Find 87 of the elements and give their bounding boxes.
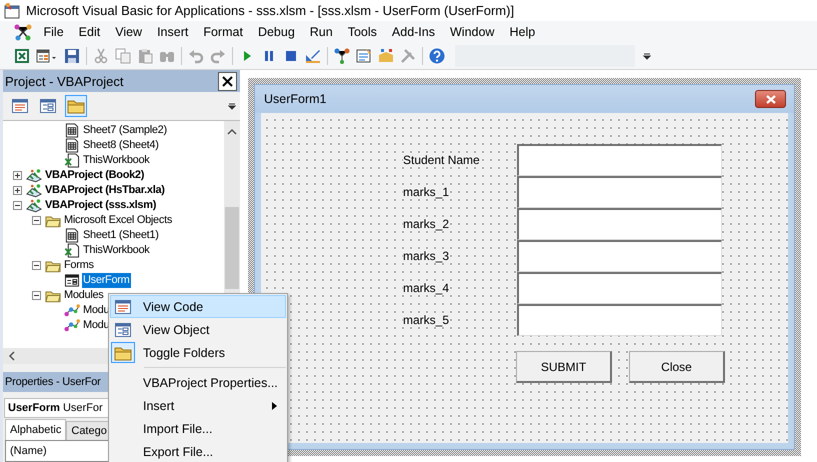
text-field[interactable] — [517, 176, 722, 208]
menu-item[interactable]: Insert — [150, 24, 196, 38]
overflow-chevron-icon[interactable] — [643, 50, 651, 60]
folder-icon — [67, 98, 85, 114]
menu-item[interactable]: Add-Ins — [384, 24, 442, 38]
tree-item[interactable]: Microsoft Excel Objects — [63, 213, 174, 228]
collapse-icon[interactable] — [32, 261, 40, 270]
close-icon — [222, 76, 233, 86]
pane-title: Properties - UserFor — [5, 376, 101, 388]
module-icon — [64, 303, 80, 318]
tree-item[interactable]: VBAProject (Book2) — [44, 168, 146, 183]
menu-item[interactable]: View Code — [110, 295, 286, 318]
close-button[interactable] — [218, 72, 237, 90]
menu-item[interactable]: View — [108, 24, 150, 38]
tree-item[interactable]: ThisWorkbook — [82, 153, 150, 168]
tree-item[interactable]: Forms — [63, 258, 95, 273]
code-list-icon — [12, 98, 28, 114]
field-label: Student Name — [403, 153, 480, 167]
tree-item[interactable]: ThisWorkbook — [82, 243, 150, 258]
tree-item[interactable]: VBAProject (sss.xlsm) — [44, 198, 158, 213]
menu-item[interactable]: Run — [302, 24, 340, 38]
text-field[interactable] — [517, 208, 722, 240]
form-button[interactable]: Close — [629, 351, 725, 383]
menu-item[interactable]: Format — [196, 24, 250, 38]
text-field[interactable] — [517, 304, 722, 336]
collapse-icon[interactable] — [32, 291, 40, 300]
menu-item[interactable]: Window — [442, 24, 502, 38]
field-label: marks_4 — [403, 281, 450, 295]
overflow-chevron-icon[interactable] — [228, 101, 236, 111]
expand-icon[interactable] — [12, 171, 22, 180]
collapse-icon[interactable] — [12, 201, 22, 210]
submenu-arrow-icon — [272, 402, 277, 410]
text-field[interactable] — [517, 144, 722, 176]
tree-item[interactable]: Sheet8 (Sheet4) — [82, 138, 160, 153]
menu-item[interactable]: Help — [502, 24, 543, 38]
menu-item[interactable]: Edit — [71, 24, 108, 38]
toolbar-button[interactable] — [65, 95, 87, 117]
sheet-icon — [64, 138, 80, 153]
help-icon[interactable] — [429, 48, 445, 64]
save-icon[interactable] — [64, 48, 80, 64]
module-icon — [64, 318, 80, 333]
app-icon — [4, 2, 20, 18]
field-label: marks_1 — [403, 185, 450, 199]
tree-item[interactable]: UserForm — [82, 273, 130, 288]
project-icon — [26, 183, 42, 198]
property-name: (Name) — [10, 445, 47, 457]
pane-title: Project - VBAProject — [5, 74, 124, 88]
sheet-icon — [64, 123, 80, 138]
properties-icon[interactable] — [356, 48, 372, 64]
menu-item[interactable]: Tools — [340, 24, 384, 38]
tree-item[interactable]: Modules — [63, 288, 104, 303]
vba-logo-icon — [14, 22, 32, 40]
ruler-pencil-icon[interactable] — [305, 48, 321, 64]
workbook-icon — [64, 243, 80, 258]
spreadsheet-icon[interactable] — [14, 48, 30, 64]
form-icon — [40, 98, 56, 114]
field-label: marks_2 — [403, 217, 450, 231]
form-title: UserForm1 — [264, 92, 327, 106]
window-title: Microsoft Visual Basic for Applications - sss.xlsm - [sss.xlsm - UserForm (UserForm)] — [26, 3, 514, 18]
nodes-icon[interactable] — [334, 48, 350, 64]
scroll-left-icon[interactable] — [7, 351, 17, 361]
form-icon — [64, 273, 80, 288]
code-list-icon — [115, 298, 131, 314]
close-icon — [766, 94, 776, 104]
project-icon — [26, 168, 42, 183]
scroll-up-icon[interactable] — [227, 127, 237, 137]
tab[interactable]: Alphabetic — [5, 419, 66, 440]
expand-icon[interactable] — [12, 186, 22, 195]
folder-icon — [114, 344, 132, 360]
form-icon[interactable] — [36, 48, 58, 64]
close-button[interactable] — [755, 90, 786, 108]
tree-item[interactable]: VBAProject (HsTbar.xla) — [44, 183, 166, 198]
box-icon[interactable] — [378, 48, 394, 64]
text-field[interactable] — [517, 272, 722, 304]
form-button[interactable]: SUBMIT — [516, 351, 612, 383]
menu-item[interactable]: Debug — [250, 24, 302, 38]
tree-item[interactable]: Sheet1 (Sheet1) — [82, 228, 160, 243]
text-field[interactable] — [517, 240, 722, 272]
tree-item[interactable]: Sheet7 (Sample2) — [82, 123, 168, 138]
collapse-icon[interactable] — [32, 216, 40, 225]
workbook-icon — [64, 153, 80, 168]
form-icon — [115, 322, 131, 338]
field-label: marks_3 — [403, 249, 450, 263]
menu-item[interactable]: File — [36, 24, 72, 38]
sheet-icon — [64, 228, 80, 243]
project-icon — [26, 198, 42, 213]
field-label: marks_5 — [403, 313, 450, 327]
